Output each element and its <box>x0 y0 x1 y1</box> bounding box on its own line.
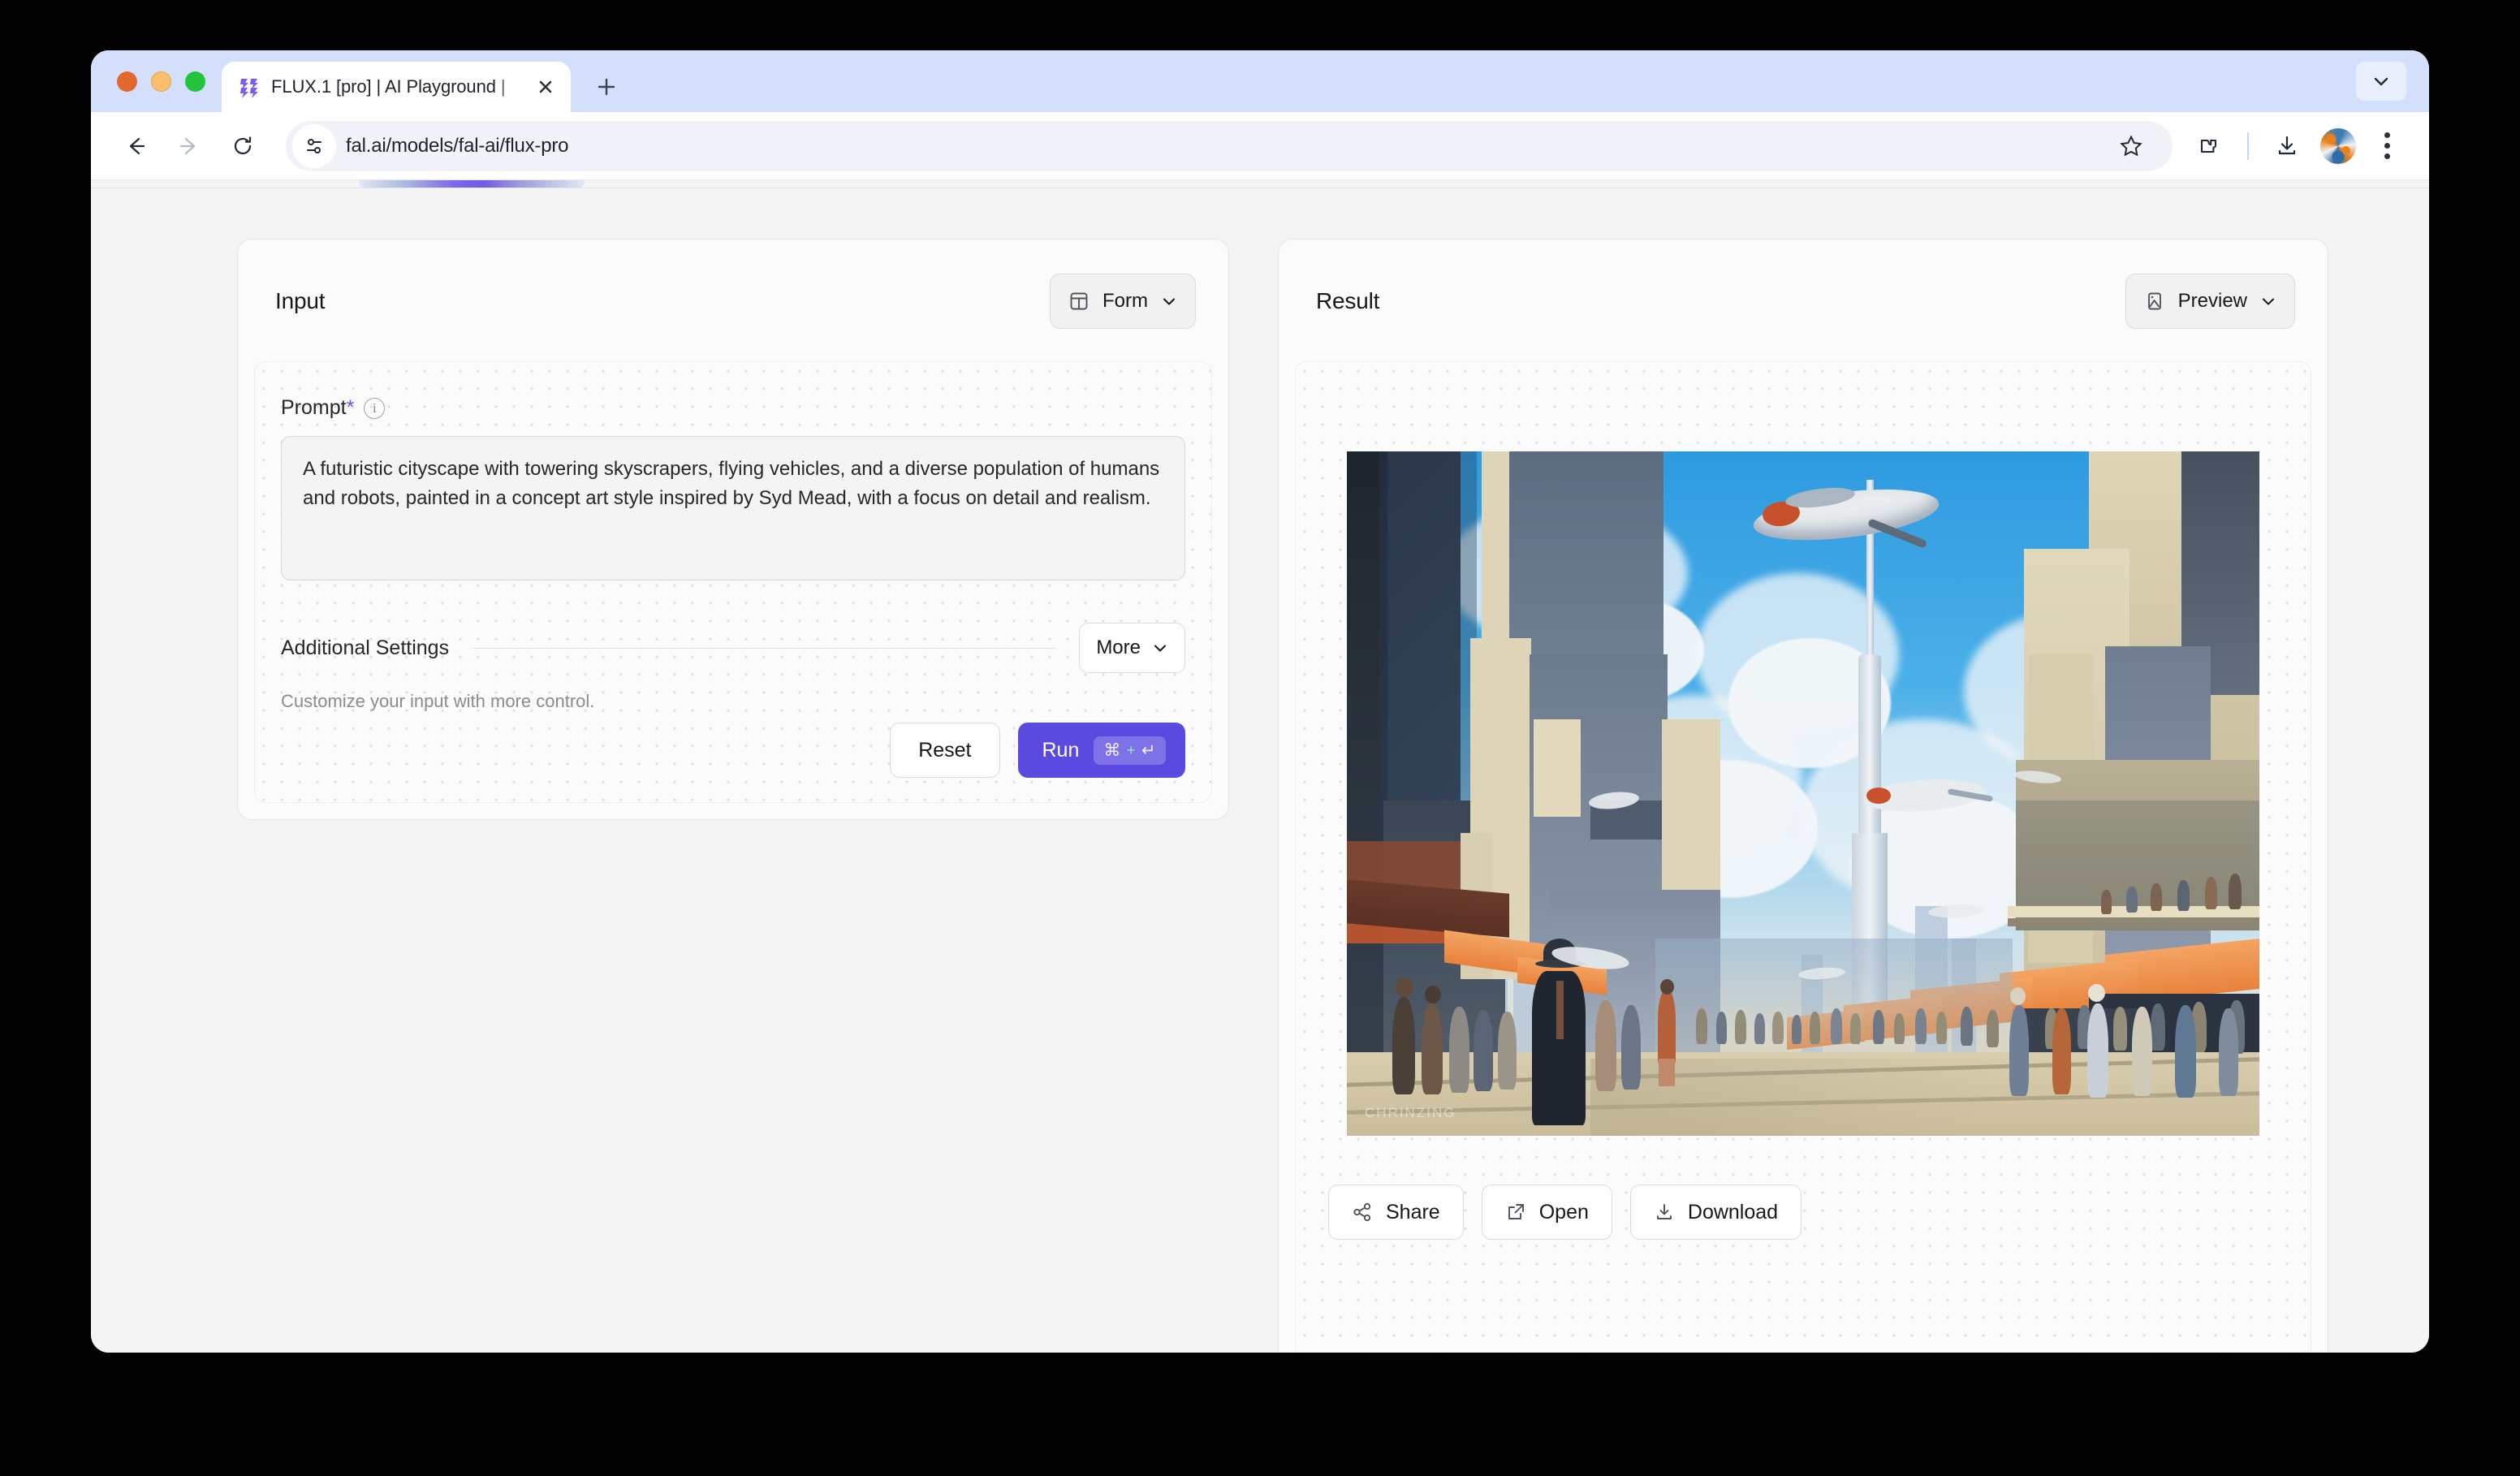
result-action-bar: Share Open Download <box>1328 1185 1802 1240</box>
input-action-row: Reset Run ⌘ + ↵ <box>281 723 1185 778</box>
prompt-input[interactable] <box>281 436 1185 580</box>
share-button[interactable]: Share <box>1328 1185 1464 1240</box>
info-circle-icon[interactable]: i <box>364 397 386 419</box>
playground-layout: Input Form Prompt* i A futuristic citysc… <box>91 188 2429 1353</box>
result-body: CHRINZING Share Open Download <box>1295 361 2311 1353</box>
reload-icon[interactable] <box>218 121 268 171</box>
window-traffic-lights <box>91 50 222 112</box>
page-viewport: Input Form Prompt* i A futuristic citysc… <box>91 180 2429 1353</box>
layout-panel-icon <box>1068 291 1090 312</box>
fal-logo-icon <box>238 76 261 98</box>
additional-settings-title: Additional Settings <box>281 636 450 659</box>
browser-window: FLUX.1 [pro] | AI Playground | fal.ai/mo… <box>91 50 2429 1353</box>
share-nodes-icon <box>1352 1202 1373 1223</box>
chevron-down-icon <box>1161 293 1177 309</box>
input-view-mode-label: Form <box>1102 290 1148 312</box>
chevron-down-icon <box>1152 640 1168 656</box>
input-panel-title: Input <box>275 288 326 313</box>
run-button-label: Run <box>1042 738 1080 762</box>
result-view-mode-button[interactable]: Preview <box>2125 274 2295 329</box>
puzzle-piece-icon[interactable] <box>2186 123 2233 170</box>
browser-tab[interactable]: FLUX.1 [pro] | AI Playground | <box>222 62 571 112</box>
more-settings-button[interactable]: More <box>1079 623 1185 673</box>
reset-button[interactable]: Reset <box>890 723 1000 778</box>
cmd-key-glyph: ⌘ <box>1103 740 1121 760</box>
open-button[interactable]: Open <box>1481 1185 1612 1240</box>
additional-settings-description: Customize your input with more control. <box>281 691 595 711</box>
tab-strip: FLUX.1 [pro] | AI Playground | <box>91 50 2429 112</box>
open-button-label: Open <box>1538 1200 1589 1224</box>
image-watermark: CHRINZING <box>1365 1105 1456 1120</box>
result-panel-header: Result Preview <box>1279 240 2328 329</box>
three-dot-menu-icon[interactable] <box>2366 123 2408 170</box>
download-button-label: Download <box>1687 1200 1779 1224</box>
run-button[interactable]: Run ⌘ + ↵ <box>1017 723 1185 778</box>
browser-toolbar: fal.ai/models/fal-ai/flux-pro <box>91 112 2429 180</box>
result-panel: Result Preview CHRINZING Share Open Down… <box>1278 239 2328 1353</box>
scrolled-content-sliver <box>359 180 585 188</box>
result-panel-title: Result <box>1316 288 1380 313</box>
enter-key-glyph: ↵ <box>1141 740 1156 760</box>
external-link-icon <box>1505 1202 1526 1223</box>
image-icon <box>2144 291 2165 312</box>
share-button-label: Share <box>1386 1200 1440 1224</box>
input-panel-header: Input Form <box>238 240 1228 329</box>
tab-close-icon[interactable] <box>532 73 559 101</box>
profile-avatar[interactable] <box>2320 127 2356 164</box>
input-form-body: Prompt* i Additional Settings More <box>254 361 1212 803</box>
download-button[interactable]: Download <box>1629 1185 1802 1240</box>
generated-image[interactable]: CHRINZING <box>1347 451 2259 1136</box>
input-view-mode-button[interactable]: Form <box>1050 274 1196 329</box>
star-icon[interactable] <box>2108 123 2155 170</box>
toolbar-divider <box>2247 132 2249 160</box>
browser-tab-title: FLUX.1 [pro] | AI Playground | <box>271 76 506 97</box>
download-icon <box>1654 1202 1675 1223</box>
plus-glyph: + <box>1126 741 1136 758</box>
new-tab-button[interactable] <box>587 67 626 106</box>
address-bar-url[interactable]: fal.ai/models/fal-ai/flux-pro <box>346 135 2108 158</box>
prompt-field-label-row: Prompt* i <box>281 396 1185 420</box>
back-arrow-icon[interactable] <box>110 121 161 171</box>
required-marker: * <box>346 396 355 419</box>
download-icon[interactable] <box>2263 123 2311 170</box>
more-settings-label: More <box>1096 637 1141 658</box>
site-settings-icon[interactable] <box>292 123 336 168</box>
divider <box>472 647 1057 649</box>
input-panel: Input Form Prompt* i A futuristic citysc… <box>237 239 1229 820</box>
additional-settings-row: Additional Settings More <box>281 623 1185 673</box>
result-view-mode-label: Preview <box>2177 290 2247 312</box>
address-bar[interactable]: fal.ai/models/fal-ai/flux-pro <box>286 120 2173 171</box>
window-maximize-button[interactable] <box>185 71 205 92</box>
chevron-down-icon <box>2260 293 2276 309</box>
prompt-label: Prompt* <box>281 396 355 419</box>
window-minimize-button[interactable] <box>151 71 171 92</box>
run-keyboard-shortcut: ⌘ + ↵ <box>1094 736 1166 765</box>
tab-search-chevron-down-icon[interactable] <box>2356 62 2406 101</box>
window-close-button[interactable] <box>117 71 137 92</box>
forward-arrow-icon[interactable] <box>164 121 214 171</box>
